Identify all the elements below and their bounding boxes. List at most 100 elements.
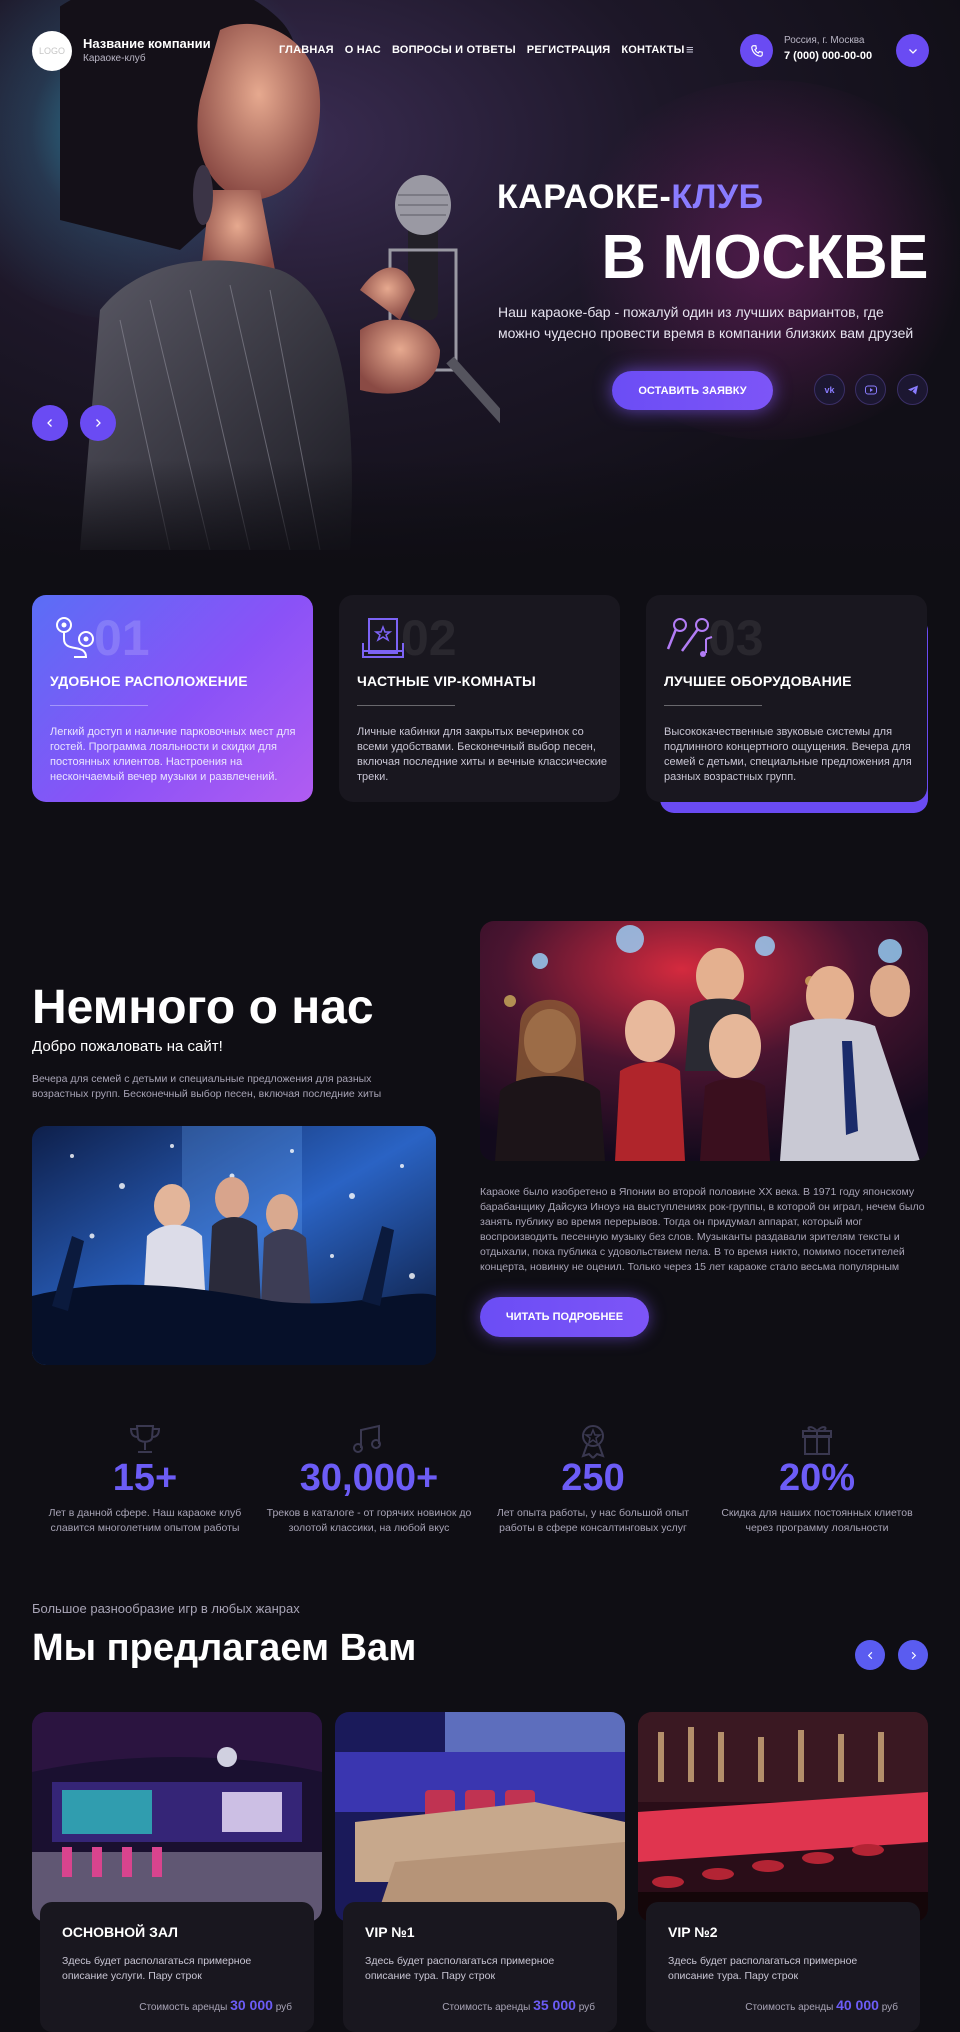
map-pin-route-icon bbox=[56, 617, 94, 658]
feature-text: Высококачественные звуковые системы для … bbox=[664, 726, 912, 783]
stat-years: 15+ Лет в данной сфере. Наш караоке клуб… bbox=[40, 1420, 250, 1536]
divider bbox=[50, 705, 148, 706]
main-nav: ГЛАВНАЯ О НАС ВОПРОСЫ И ОТВЕТЫ РЕГИСТРАЦ… bbox=[279, 44, 685, 56]
stat-tracks: 30,000+ Треков в каталоге - от горячих н… bbox=[264, 1420, 474, 1536]
phone-icon bbox=[750, 44, 763, 57]
music-notes-icon bbox=[353, 1424, 381, 1453]
feature-text: Личные кабинки для закрытых вечеринок со… bbox=[357, 726, 607, 783]
telegram-glyph bbox=[907, 385, 918, 394]
price-value: 35 000 bbox=[533, 1997, 576, 2013]
feature-card-equipment[interactable]: 03 ЛУЧШЕЕ ОБОРУДОВАНИЕ Высококачественны… bbox=[646, 595, 927, 802]
friends-singing-image bbox=[480, 921, 928, 1161]
price-label: Стоимость аренды bbox=[139, 2002, 228, 2013]
feature-number: 01 bbox=[94, 610, 150, 666]
logo[interactable]: LOGO bbox=[32, 31, 72, 71]
price-value: 30 000 bbox=[230, 1997, 273, 2013]
offer-card-main-hall[interactable]: ОСНОВНОЙ ЗАЛ Здесь будет располагаться п… bbox=[32, 1712, 322, 2032]
nav-faq[interactable]: ВОПРОСЫ И ОТВЕТЫ bbox=[392, 44, 516, 56]
offer-description: Здесь будет располагаться примерное опис… bbox=[365, 1955, 555, 1982]
stat-caption: Скидка для наших постоянных клиетов чере… bbox=[721, 1507, 913, 1534]
stat-value: 20% bbox=[778, 1457, 856, 1499]
offers-pretitle: Большое разнообразие игр в любых жанрах bbox=[32, 1601, 300, 1616]
offer-title: ОСНОВНОЙ ЗАЛ bbox=[62, 1924, 178, 1940]
stat-value: 30,000+ bbox=[299, 1457, 439, 1499]
stat-experience: 250 Лет опыта работы, у нас большой опыт… bbox=[488, 1420, 698, 1536]
price-unit: руб bbox=[275, 2002, 292, 2013]
menu-icon[interactable]: ≡ bbox=[686, 42, 694, 57]
hero-title-line2: В МОСКВЕ bbox=[601, 223, 928, 292]
medal-icon bbox=[581, 1425, 605, 1459]
nav-about[interactable]: О НАС bbox=[345, 44, 381, 56]
hero-title-karaoke: КАРАОКЕ- bbox=[497, 178, 672, 216]
about-history-text: Караоке было изобретено в Японии во втор… bbox=[480, 1186, 925, 1273]
microphones-icon bbox=[666, 618, 713, 657]
nav-register[interactable]: РЕГИСТРАЦИЯ bbox=[527, 44, 611, 56]
vip1-room-image bbox=[335, 1712, 625, 1922]
vip-booth-icon bbox=[362, 618, 404, 658]
price-unit: руб bbox=[578, 2002, 595, 2013]
telegram-icon[interactable] bbox=[897, 374, 928, 405]
price-unit: руб bbox=[881, 2002, 898, 2013]
offer-card-vip1[interactable]: VIP №1 Здесь будет располагаться примерн… bbox=[335, 1712, 625, 2032]
feature-text: Легкий доступ и наличие парковочных мест… bbox=[50, 726, 296, 783]
stat-value: 250 bbox=[561, 1457, 625, 1499]
address: Россия, г. Москва bbox=[784, 35, 865, 46]
stat-caption: Треков в каталоге - от горячих новинок д… bbox=[266, 1507, 472, 1534]
feature-number: 02 bbox=[401, 610, 457, 666]
company-tagline: Караоке-клуб bbox=[83, 53, 146, 64]
phone-number[interactable]: 7 (000) 000-00-00 bbox=[784, 50, 872, 62]
feature-card-location[interactable]: 01 УДОБНОЕ РАСПОЛОЖЕНИЕ Легкий доступ и … bbox=[32, 595, 313, 802]
main-hall-image bbox=[32, 1712, 322, 1922]
stat-value: 15+ bbox=[112, 1457, 178, 1499]
stat-discount: 20% Скидка для наших постоянных клиетов … bbox=[712, 1420, 922, 1536]
youtube-glyph bbox=[864, 385, 877, 394]
offers-title: Мы предлагаем Вам bbox=[32, 1627, 417, 1669]
offer-card-vip2[interactable]: VIP №2 Здесь будет располагаться примерн… bbox=[638, 1712, 928, 2032]
feature-number: 03 bbox=[708, 610, 764, 666]
concert-crowd-photo bbox=[32, 1126, 436, 1365]
feature-title: ЧАСТНЫЕ VIP-КОМНАТЫ bbox=[357, 673, 536, 689]
gift-icon bbox=[802, 1426, 832, 1455]
price-label: Стоимость аренды bbox=[745, 2002, 834, 2013]
price-value: 40 000 bbox=[836, 1997, 879, 2013]
chevron-right-icon bbox=[96, 419, 101, 427]
read-more-button[interactable]: ЧИТАТЬ ПОДРОБНЕЕ bbox=[480, 1297, 649, 1337]
offer-price: Стоимость аренды 35 000 руб bbox=[365, 1997, 595, 2013]
youtube-icon[interactable] bbox=[855, 374, 886, 405]
submit-request-button[interactable]: ОСТАВИТЬ ЗАЯВКУ bbox=[612, 371, 773, 410]
offer-description: Здесь будет располагаться примерное опис… bbox=[668, 1955, 858, 1982]
trophy-icon bbox=[129, 1425, 161, 1453]
offers-next-button[interactable] bbox=[898, 1640, 928, 1670]
main-hall-photo bbox=[32, 1712, 322, 1922]
vk-icon[interactable]: vk bbox=[814, 374, 845, 405]
offers-prev-button[interactable] bbox=[855, 1640, 885, 1670]
offer-card-body: VIP №1 Здесь будет располагаться примерн… bbox=[343, 1902, 617, 2032]
offer-title: VIP №1 bbox=[365, 1924, 415, 1940]
vip2-photo bbox=[638, 1712, 928, 1922]
nav-contacts[interactable]: КОНТАКТЫ bbox=[621, 44, 684, 56]
vip1-photo bbox=[335, 1712, 625, 1922]
friends-singing-photo bbox=[480, 921, 928, 1161]
about-title: Немного о нас bbox=[32, 981, 374, 1034]
chevron-left-icon bbox=[867, 1651, 872, 1659]
feature-card-vip-rooms[interactable]: 02 ЧАСТНЫЕ VIP-КОМНАТЫ Личные кабинки дл… bbox=[339, 595, 620, 802]
chevron-down-icon bbox=[908, 48, 917, 54]
hero-bottom-fade bbox=[0, 460, 960, 560]
divider bbox=[357, 705, 455, 706]
nav-home[interactable]: ГЛАВНАЯ bbox=[279, 44, 334, 56]
price-label: Стоимость аренды bbox=[442, 2002, 531, 2013]
phone-button[interactable] bbox=[740, 34, 773, 67]
hero-title-club: КЛУБ bbox=[671, 178, 764, 216]
offer-price: Стоимость аренды 30 000 руб bbox=[62, 1997, 292, 2013]
offer-card-body: ОСНОВНОЙ ЗАЛ Здесь будет располагаться п… bbox=[40, 1902, 314, 2032]
hero-next-button[interactable] bbox=[80, 405, 116, 441]
feature-title: УДОБНОЕ РАСПОЛОЖЕНИЕ bbox=[50, 673, 248, 689]
about-subtitle: Добро пожаловать на сайт! bbox=[32, 1038, 223, 1055]
stat-caption: Лет опыта работы, у нас большой опыт раб… bbox=[496, 1507, 690, 1534]
concert-crowd-image bbox=[32, 1126, 436, 1365]
expand-contacts-button[interactable] bbox=[896, 34, 929, 67]
hero-description: Наш караоке-бар - пожалуй один из лучших… bbox=[498, 304, 914, 341]
hero-prev-button[interactable] bbox=[32, 405, 68, 441]
logo-text: LOGO bbox=[38, 46, 65, 56]
offer-card-body: VIP №2 Здесь будет располагаться примерн… bbox=[646, 1902, 920, 2032]
